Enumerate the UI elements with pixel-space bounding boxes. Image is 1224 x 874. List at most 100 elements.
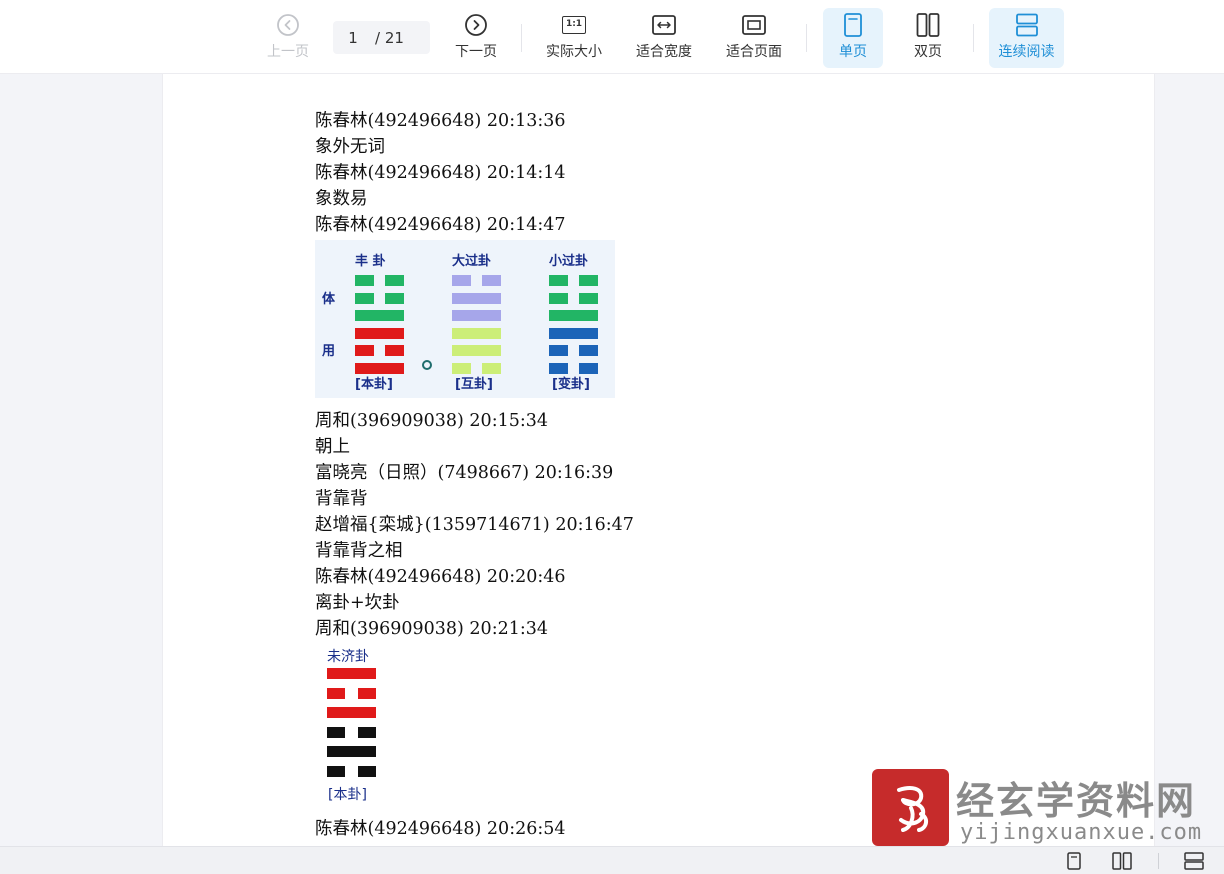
hexagram-broken-line-segment	[358, 765, 376, 777]
chat-line: 象数易	[315, 189, 368, 209]
chevron-right-circle-icon	[464, 10, 488, 40]
hexagram-solid-line	[549, 310, 598, 321]
hexagram-solid-line	[355, 362, 404, 374]
hexagram-broken-line-segment	[327, 765, 345, 777]
hexagram-broken-line-segment	[549, 345, 568, 356]
continuous-read-label: 连续阅读	[998, 44, 1055, 60]
fit-width-icon	[652, 10, 676, 40]
fit-width-button[interactable]: 适合宽度	[628, 8, 700, 68]
chat-line: 背靠背之相	[315, 541, 403, 561]
hexagram-title: 小过卦	[549, 254, 589, 269]
double-page-label: 双页	[914, 44, 942, 60]
prev-page-button[interactable]: 上一页	[258, 8, 318, 68]
hexagram-broken-line-segment	[482, 275, 501, 286]
circle-icon	[422, 360, 432, 370]
weiji-hexagram-figure: 未济卦 [本卦]	[315, 646, 395, 806]
continuous-read-button[interactable]: 连续阅读	[989, 8, 1064, 68]
toolbar: 上一页 1 / 21 下一页 1:1 实际大小 适合宽度 适合页面 单页 双页 …	[0, 0, 1224, 74]
hexagram-broken-line-segment	[549, 292, 568, 304]
hexagram-broken-line-segment	[579, 345, 598, 356]
hexagram-broken-line-segment	[452, 275, 471, 286]
hexagram-broken-line-segment	[482, 362, 501, 374]
actual-size-label: 实际大小	[546, 44, 602, 60]
status-bar	[0, 846, 1224, 874]
page-indicator[interactable]: 1 / 21	[333, 21, 430, 54]
hexagram-solid-line	[549, 327, 598, 339]
fit-page-button[interactable]: 适合页面	[718, 8, 790, 68]
chat-line: 周和(396909038) 20:15:34	[315, 411, 549, 431]
toolbar-divider	[521, 24, 522, 52]
fit-page-icon	[742, 10, 766, 40]
double-page-view-icon[interactable]	[1112, 852, 1132, 870]
side-label-use: 用	[322, 344, 336, 359]
next-page-label: 下一页	[455, 44, 497, 60]
hexagram-broken-line-segment	[327, 726, 345, 738]
chat-line: 象外无词	[315, 137, 385, 157]
hexagram-caption: [本卦]	[328, 787, 367, 803]
hexagram-broken-line-segment	[579, 362, 598, 374]
hexagram-figure: 丰 卦 大过卦 小过卦 体 用 [本卦] [互卦] [变卦]	[315, 240, 615, 398]
hexagram-broken-line-segment	[385, 345, 404, 356]
double-page-button[interactable]: 双页	[898, 8, 958, 68]
hexagram-solid-line	[327, 707, 376, 718]
double-page-icon	[916, 10, 940, 40]
chat-line: 陈春林(492496648) 20:14:14	[315, 163, 566, 183]
single-page-view-icon[interactable]	[1064, 852, 1084, 870]
hexagram-broken-line-segment	[549, 362, 568, 374]
page-content: 陈春林(492496648) 20:13:36 象外无词 陈春林(4924966…	[315, 108, 1015, 842]
hexagram-title: 未济卦	[327, 649, 369, 665]
watermark-seal-logo	[872, 769, 949, 846]
page-number-input[interactable]: 1	[333, 29, 373, 47]
prev-page-label: 上一页	[267, 44, 309, 60]
continuous-read-icon	[1015, 10, 1039, 40]
hexagram-title: 丰 卦	[355, 254, 386, 269]
chat-line: 陈春林(492496648) 20:14:47	[315, 215, 566, 235]
toolbar-divider	[806, 24, 807, 52]
hexagram-solid-line	[452, 345, 501, 356]
watermark-url: yijingxuanxue.com	[960, 820, 1203, 845]
chat-line: 陈春林(492496648) 20:20:46	[315, 567, 566, 587]
fit-width-label: 适合宽度	[636, 44, 692, 60]
hexagram-broken-line-segment	[385, 275, 404, 286]
hexagram-broken-line-segment	[358, 687, 376, 699]
hexagram-solid-line	[327, 746, 376, 757]
continuous-view-icon[interactable]	[1184, 852, 1204, 870]
hexagram-broken-line-segment	[327, 687, 345, 699]
chat-line: 赵增福{栾城}(1359714671) 20:16:47	[315, 515, 634, 535]
next-page-button[interactable]: 下一页	[446, 8, 506, 68]
hexagram-broken-line-segment	[358, 726, 376, 738]
hexagram-solid-line	[452, 327, 501, 339]
hexagram-broken-line-segment	[579, 292, 598, 304]
hexagram-title: 大过卦	[452, 254, 492, 269]
seal-glyph-icon	[896, 785, 928, 832]
chevron-left-circle-icon	[276, 10, 300, 40]
chat-line: 富晓亮（日照）(7498667) 20:16:39	[315, 463, 614, 483]
actual-size-icon: 1:1	[562, 10, 586, 40]
hexagram-solid-line	[327, 668, 376, 679]
single-page-label: 单页	[839, 44, 867, 60]
watermark-title: 经玄学资料网	[956, 779, 1197, 823]
chat-line: 陈春林(492496648) 20:13:36	[315, 111, 566, 131]
hexagram-solid-line	[452, 310, 501, 321]
hexagram-broken-line-segment	[355, 345, 374, 356]
hexagram-solid-line	[452, 292, 501, 304]
chat-line: 背靠背	[315, 489, 368, 509]
actual-size-button[interactable]: 1:1 实际大小	[538, 8, 610, 68]
chat-line: 周和(396909038) 20:21:34	[315, 619, 549, 639]
hexagram-caption: [变卦]	[552, 377, 590, 392]
hexagram-solid-line	[355, 327, 404, 339]
single-page-icon	[843, 10, 863, 40]
hexagram-broken-line-segment	[355, 275, 374, 286]
hexagram-broken-line-segment	[355, 292, 374, 304]
hexagram-caption: [互卦]	[455, 377, 493, 392]
hexagram-broken-line-segment	[385, 292, 404, 304]
status-divider	[1158, 853, 1159, 869]
fit-page-label: 适合页面	[726, 44, 782, 60]
hexagram-solid-line	[355, 310, 404, 321]
document-page: 陈春林(492496648) 20:13:36 象外无词 陈春林(4924966…	[162, 74, 1155, 846]
hexagram-broken-line-segment	[452, 362, 471, 374]
chat-line: 离卦+坎卦	[315, 593, 400, 613]
hexagram-broken-line-segment	[549, 275, 568, 286]
single-page-button[interactable]: 单页	[823, 8, 883, 68]
